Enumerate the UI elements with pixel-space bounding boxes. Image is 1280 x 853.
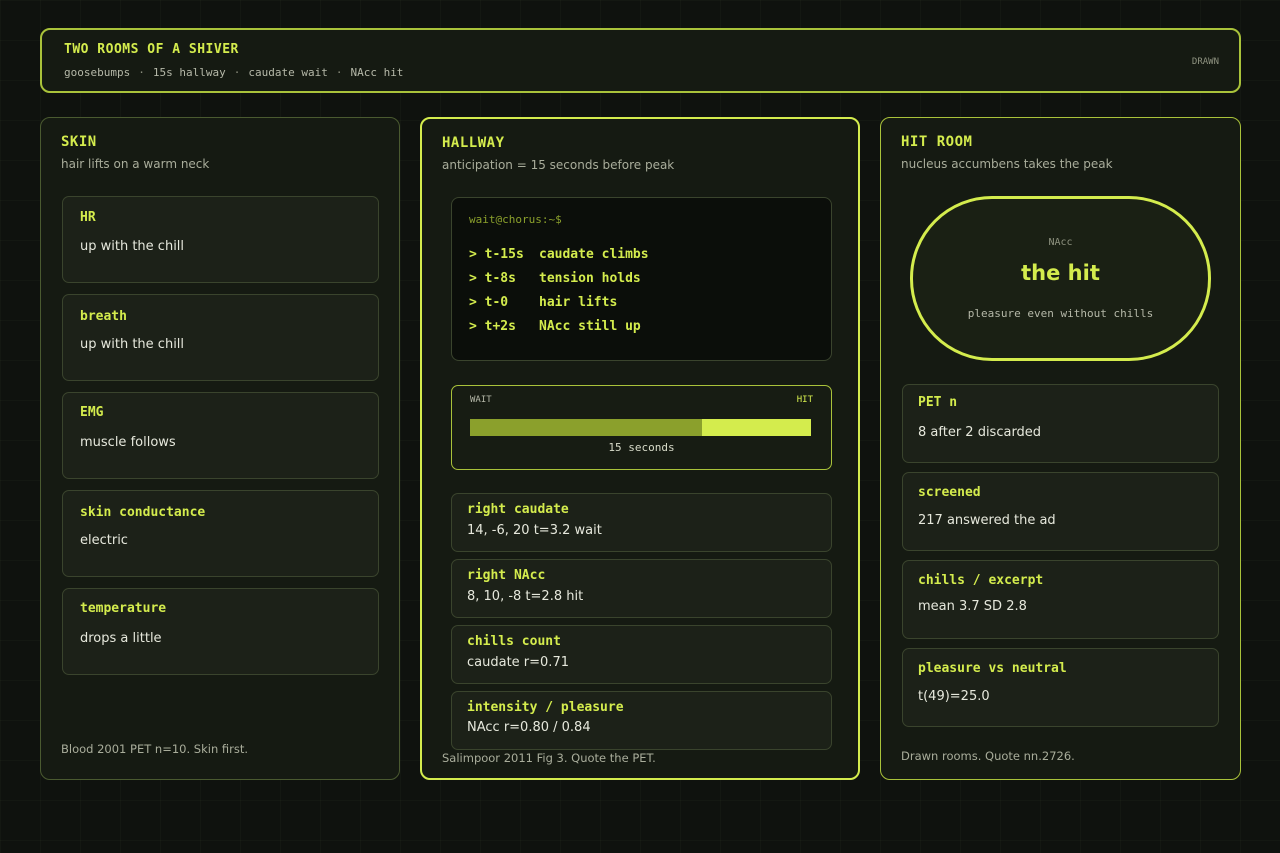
oval-caption: pleasure even without chills [967,307,1154,320]
hit-segment [702,419,811,436]
card-value: 217 answered the ad [918,513,1056,528]
card-label: right caudate [467,502,569,517]
card-label: breath [80,309,127,324]
card-label: intensity / pleasure [467,700,624,715]
terminal-line: > t-15s caudate climbs [469,247,649,262]
subtitle-separator: · [138,66,145,79]
card-label: PET n [918,395,958,410]
card-label: skin conductance [80,505,206,520]
terminal-line: > t+2s NAcc still up [469,319,641,334]
wait-caption: 15 seconds [608,441,675,454]
card-label: right NAcc [467,568,546,583]
panel-footer: Drawn rooms. Quote nn.2726. [901,749,1075,763]
skin-card-hr: HR up with the chill [62,196,379,283]
card-label: temperature [80,601,167,616]
panel-footer: Blood 2001 PET n=10. Skin first. [61,742,249,756]
skin-card-skin-conductance: skin conductance electric [62,490,379,577]
card-label: EMG [80,405,104,420]
terminal-text: hair lifts [539,295,618,310]
hall-card-intensity-pleasure: intensity / pleasure NAcc r=0.80 / 0.84 [451,691,832,750]
skin-card-temperature: temperature drops a little [62,588,379,675]
card-label: screened [918,485,981,500]
subtitle-part: 15s hallway [152,66,226,79]
card-value: up with the chill [80,239,185,254]
oval-headline: the hit [1021,261,1100,285]
wait-hit-bar: WAIT HIT 15 seconds [451,385,832,470]
hall-card-right-caudate: right caudate 14, -6, 20 t=3.2 wait [451,493,832,552]
card-value: 8 after 2 discarded [918,425,1042,440]
subtitle-part: goosebumps [64,66,131,79]
card-value: electric [80,533,128,548]
terminal-window: wait@chorus:~$ > t-15s caudate climbs > t… [451,197,832,361]
terminal-text: tension holds [539,271,641,286]
panel-subtitle: nucleus accumbens takes the peak [901,157,1113,171]
subtitle-separator: · [233,66,241,79]
hit-oval: NAcc the hit pleasure even without chill… [910,196,1211,361]
skin-card-breath: breath up with the chill [62,294,379,381]
panel-subtitle: hair lifts on a warm neck [61,157,210,171]
header-subtitle: goosebumps · 15s hallway · caudate wait · NAcc… [64,66,403,79]
wait-label: WAIT [470,395,492,405]
panel-footer: Salimpoor 2011 Fig 3. Quote the PET. [442,751,656,765]
terminal-prompt: wait@chorus:~$ [469,213,562,226]
subtitle-part: caudate wait [248,66,328,79]
card-value: 8, 10, -8 t=2.8 hit [467,589,584,604]
card-value: mean 3.7 SD 2.8 [918,599,1027,614]
hall-card-chills-count: chills count caudate r=0.71 [451,625,832,684]
terminal-text: NAcc still up [539,319,641,334]
header-banner: TWO ROOMS OF A SHIVER goosebumps · 15s hal… [40,28,1241,93]
wait-segment [470,419,702,436]
card-value: t(49)=25.0 [918,689,990,704]
card-value: drops a little [80,631,162,646]
terminal-time: > t-0 [469,295,509,310]
card-label: pleasure vs neutral [918,661,1067,676]
hit-card-pet-n: PET n 8 after 2 discarded [902,384,1219,463]
card-value: muscle follows [80,435,176,450]
hit-card-screened: screened 217 answered the ad [902,472,1219,551]
card-value: caudate r=0.71 [467,655,569,670]
terminal-time: > t+2s [469,319,516,334]
skin-panel: SKIN hair lifts on a warm neck HR up wit… [40,117,400,780]
card-label: chills / excerpt [918,573,1044,588]
hallway-panel: HALLWAY anticipation = 15 seconds before… [420,117,860,780]
panel-title: HALLWAY [442,135,505,151]
hit-room-panel: HIT ROOM nucleus accumbens takes the pea… [880,117,1241,780]
subtitle-part: NAcc hit [350,66,404,79]
terminal-time: > t-15s [469,247,524,262]
panel-subtitle: anticipation = 15 seconds before peak [442,158,675,172]
drawn-badge: DRAWN [1191,57,1219,67]
card-value: NAcc r=0.80 / 0.84 [467,720,591,735]
card-value: 14, -6, 20 t=3.2 wait [467,523,602,538]
oval-tag: NAcc [1048,237,1073,248]
hit-card-pleasure-vs-neutral: pleasure vs neutral t(49)=25.0 [902,648,1219,727]
card-value: up with the chill [80,337,185,352]
hit-label: HIT [796,395,813,405]
terminal-line: > t-0 hair lifts [469,295,617,310]
progress-track [470,419,811,436]
panel-title: HIT ROOM [901,134,973,150]
subtitle-separator: · [335,66,343,79]
terminal-text: caudate climbs [539,247,649,262]
skin-card-emg: EMG muscle follows [62,392,379,479]
card-label: chills count [467,634,561,649]
terminal-line: > t-8s tension holds [469,271,641,286]
hall-card-right-nacc: right NAcc 8, 10, -8 t=2.8 hit [451,559,832,618]
page-title: TWO ROOMS OF A SHIVER [64,42,239,57]
card-label: HR [80,210,96,225]
panel-title: SKIN [61,134,97,150]
hit-card-chills-excerpt: chills / excerpt mean 3.7 SD 2.8 [902,560,1219,639]
terminal-time: > t-8s [469,271,516,286]
